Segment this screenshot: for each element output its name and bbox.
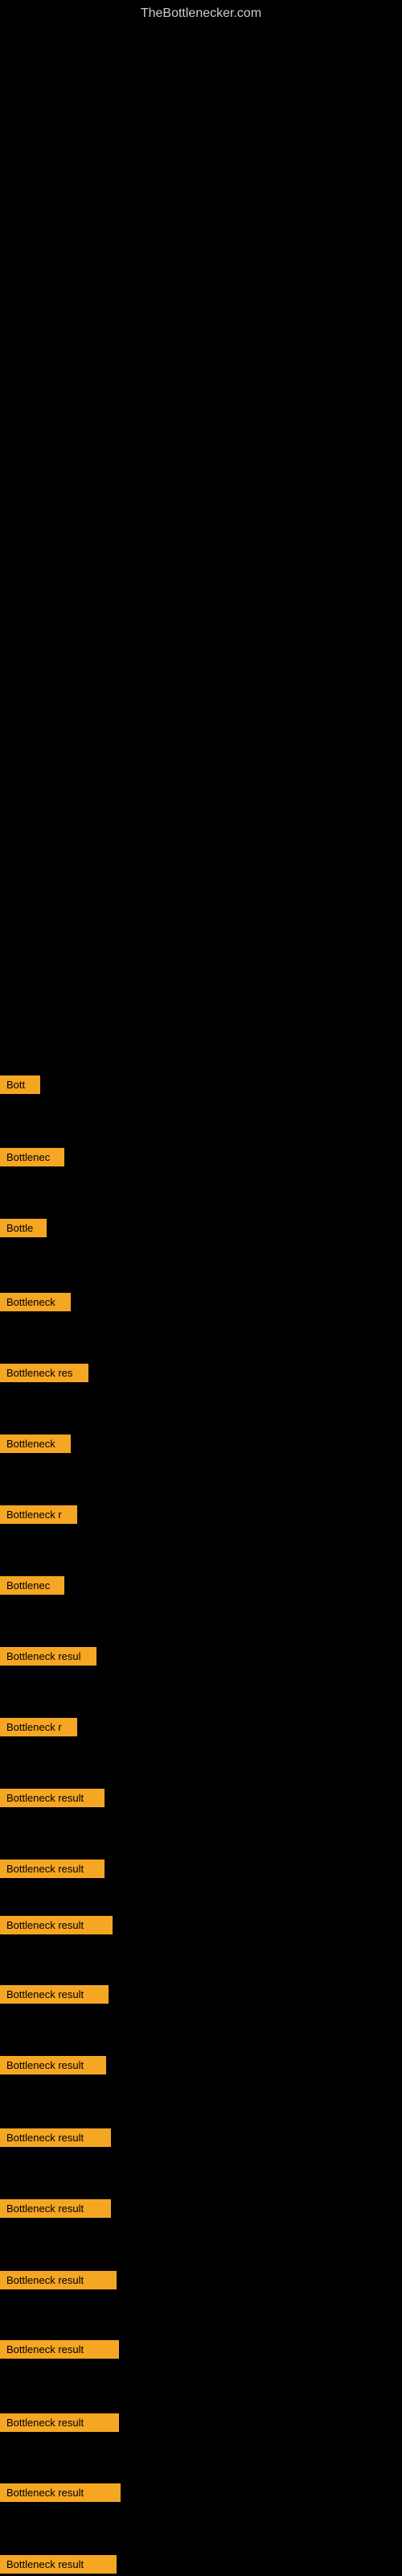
bottleneck-result-item: Bottleneck result	[0, 1860, 105, 1878]
bottleneck-result-item: Bottleneck result	[0, 2483, 121, 2502]
bottleneck-result-item: Bottleneck result	[0, 1916, 113, 1934]
bottleneck-result-item: Bottleneck result	[0, 2271, 117, 2289]
bottleneck-result-item: Bottleneck	[0, 1293, 71, 1311]
bottleneck-result-item: Bottleneck result	[0, 2555, 117, 2574]
bottleneck-result-item: Bottleneck result	[0, 1985, 109, 2004]
bottleneck-result-item: Bottleneck result	[0, 2413, 119, 2432]
bottleneck-result-item: Bottle	[0, 1219, 47, 1237]
bottleneck-result-item: Bottleneck result	[0, 2340, 119, 2359]
bottleneck-result-item: Bottleneck res	[0, 1364, 88, 1382]
bottleneck-result-item: Bottleneck result	[0, 2056, 106, 2074]
bottleneck-result-item: Bottleneck result	[0, 2128, 111, 2147]
site-title: TheBottlenecker.com	[0, 0, 402, 21]
bottleneck-result-item: Bottlenec	[0, 1576, 64, 1595]
bottleneck-result-item: Bottleneck r	[0, 1718, 77, 1736]
bottleneck-result-item: Bottleneck r	[0, 1505, 77, 1524]
bottleneck-result-item: Bottleneck result	[0, 1789, 105, 1807]
bottleneck-result-item: Bott	[0, 1075, 40, 1094]
bottleneck-result-item: Bottleneck resul	[0, 1647, 96, 1666]
bottleneck-result-item: Bottleneck	[0, 1435, 71, 1453]
bottleneck-result-item: Bottlenec	[0, 1148, 64, 1166]
bottleneck-result-item: Bottleneck result	[0, 2199, 111, 2218]
